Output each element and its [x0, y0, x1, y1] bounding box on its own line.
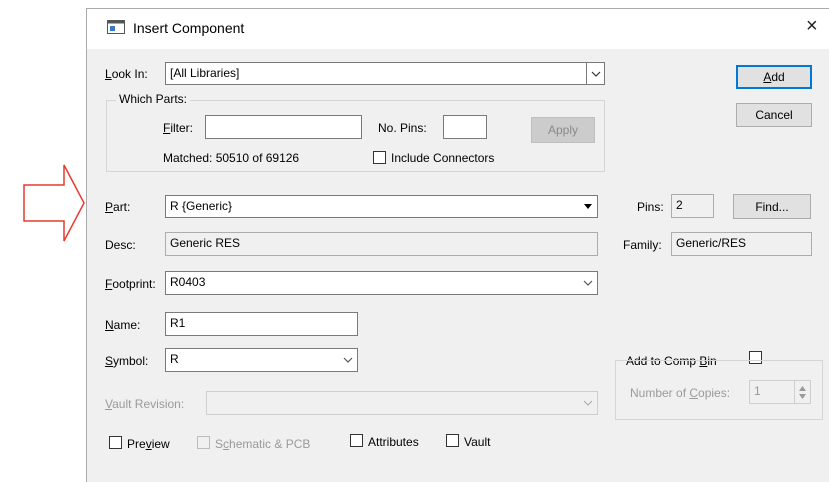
pins-value: 2	[671, 194, 714, 218]
number-of-copies-label: Number of Copies:	[630, 386, 731, 400]
footprint-value: R0403	[170, 275, 206, 289]
footprint-dropdown[interactable]: R0403	[165, 271, 598, 295]
number-of-copies-spinner[interactable]: 1	[749, 380, 811, 404]
attributes-label: Attributes	[368, 435, 419, 449]
part-value: R {Generic}	[170, 199, 233, 213]
close-icon[interactable]: ×	[806, 14, 818, 38]
schematic-pcb-label: Schematic & PCB	[215, 437, 311, 451]
apply-button[interactable]: Apply	[531, 117, 595, 143]
annotation-arrow-icon	[23, 164, 85, 242]
desc-value: Generic RES	[165, 232, 598, 256]
part-label: Part:	[105, 200, 131, 214]
matched-count: Matched: 50510 of 69126	[163, 151, 300, 165]
vault-revision-dropdown[interactable]	[206, 391, 598, 415]
dialog-title: Insert Component	[133, 20, 245, 36]
include-connectors-checkbox[interactable]	[373, 151, 386, 164]
include-connectors-label: Include Connectors	[391, 151, 495, 165]
cancel-button[interactable]: Cancel	[736, 103, 812, 127]
symbol-value: R	[170, 352, 179, 366]
schematic-pcb-checkbox[interactable]	[197, 436, 210, 449]
vault-revision-label: Vault Revision:	[105, 397, 185, 411]
find-button[interactable]: Find...	[733, 194, 811, 219]
name-label: Name:	[105, 318, 141, 332]
chevron-down-icon[interactable]	[579, 392, 597, 414]
look-in-label: Look In:	[105, 67, 148, 81]
add-button[interactable]: Add	[736, 65, 812, 89]
chevron-down-icon[interactable]	[579, 272, 597, 294]
attributes-checkbox[interactable]	[350, 434, 363, 447]
filter-label: Filter:	[163, 121, 194, 135]
spin-down-icon[interactable]	[799, 393, 806, 399]
family-label: Family:	[623, 238, 662, 252]
part-dropdown[interactable]: R {Generic}	[165, 195, 598, 218]
chevron-down-icon[interactable]	[586, 63, 604, 84]
pins-label: Pins:	[637, 200, 664, 214]
no-pins-input[interactable]	[443, 115, 487, 139]
chevron-down-icon[interactable]	[339, 349, 357, 371]
look-in-value: [All Libraries]	[170, 66, 240, 80]
copies-value: 1	[754, 384, 761, 398]
vault-label: Vault	[464, 435, 491, 449]
filter-input[interactable]	[205, 115, 362, 139]
symbol-label: Symbol:	[105, 354, 149, 368]
preview-label: Preview	[127, 437, 170, 451]
family-value: Generic/RES	[671, 232, 812, 256]
app-window-icon	[107, 20, 125, 34]
footprint-label: Footprint:	[105, 277, 156, 291]
symbol-dropdown[interactable]: R	[165, 348, 358, 372]
preview-checkbox[interactable]	[109, 436, 122, 449]
desc-label: Desc:	[105, 238, 136, 252]
which-parts-legend: Which Parts:	[116, 92, 191, 106]
name-input[interactable]: R1	[165, 312, 358, 336]
spin-up-icon[interactable]	[799, 385, 806, 391]
vault-checkbox[interactable]	[446, 434, 459, 447]
look-in-dropdown[interactable]: [All Libraries]	[165, 62, 605, 85]
chevron-down-icon[interactable]	[579, 196, 597, 217]
no-pins-label: No. Pins:	[378, 121, 427, 135]
